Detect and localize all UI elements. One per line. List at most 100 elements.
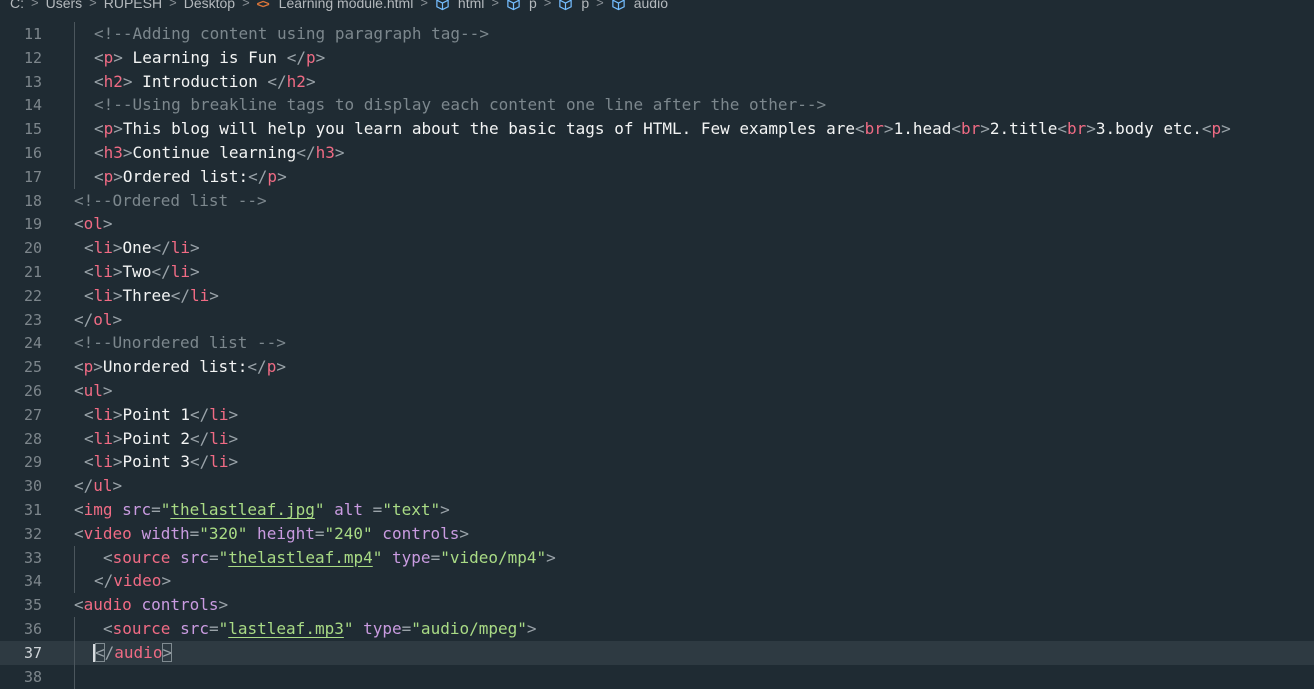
line-number: 22 bbox=[23, 286, 42, 305]
code-token: > bbox=[112, 428, 123, 448]
code-token: > bbox=[93, 357, 103, 377]
indent-guide bbox=[74, 545, 75, 570]
code-content: <li>Two</li> bbox=[84, 260, 200, 284]
code-line[interactable]: 24 <!--Unordered list --> bbox=[0, 331, 1314, 355]
code-token: > bbox=[305, 71, 316, 91]
code-token: "320" bbox=[199, 523, 248, 543]
code-token: > bbox=[546, 547, 556, 567]
line-number: 32 bbox=[23, 524, 42, 543]
line-number: 20 bbox=[23, 239, 42, 258]
code-token: = bbox=[208, 619, 219, 638]
line-number: 24 bbox=[23, 334, 42, 353]
code-content: <p>Ordered list:</p> bbox=[94, 165, 287, 189]
line-number: 33 bbox=[23, 548, 42, 567]
code-token: / bbox=[104, 642, 115, 662]
line-number: 29 bbox=[23, 453, 42, 472]
code-line[interactable]: 37 </audio> bbox=[0, 640, 1314, 665]
indent-guide bbox=[74, 22, 75, 46]
code-line[interactable]: 15 <p>This blog will help you learn about… bbox=[0, 117, 1314, 142]
code-content: <!--Ordered list --> bbox=[74, 189, 267, 213]
code-token: > bbox=[315, 47, 326, 67]
line-number: 30 bbox=[23, 477, 42, 496]
code-line[interactable]: 28 <li>Point 2</li> bbox=[0, 427, 1314, 451]
line-number: 12 bbox=[23, 48, 42, 67]
code-token: li bbox=[170, 238, 190, 258]
code-line[interactable]: 35 <audio controls> bbox=[0, 593, 1314, 617]
code-token: > bbox=[277, 166, 287, 186]
code-token: src bbox=[112, 500, 152, 519]
line-number: 37 bbox=[23, 643, 42, 662]
cube-icon bbox=[506, 0, 521, 11]
code-token: " bbox=[218, 547, 229, 567]
cube-icon bbox=[611, 0, 626, 11]
code-line[interactable]: 17 <p>Ordered list:</p> bbox=[0, 164, 1314, 189]
cube-icon bbox=[558, 0, 573, 11]
code-content: </video> bbox=[94, 569, 171, 593]
code-token: Point 1 bbox=[122, 404, 190, 424]
code-line[interactable]: 22 <li>Three</li> bbox=[0, 284, 1314, 308]
code-token: < bbox=[84, 238, 94, 258]
breadcrumb-item[interactable]: html bbox=[435, 0, 484, 11]
line-number: 16 bbox=[23, 144, 42, 162]
breadcrumb-label: Users bbox=[45, 0, 83, 11]
code-line[interactable]: 33 <source src="thelastleaf.mp4" type="vi… bbox=[0, 545, 1314, 570]
code-token: < bbox=[84, 452, 94, 472]
code-line[interactable]: 23 </ol> bbox=[0, 308, 1314, 332]
breadcrumb-item[interactable]: C: bbox=[10, 0, 24, 11]
breadcrumb-item[interactable]: p bbox=[558, 0, 589, 11]
code-line[interactable]: 19 <ol> bbox=[0, 212, 1314, 236]
code-token: Unordered list: bbox=[102, 357, 248, 377]
code-token: li bbox=[209, 428, 229, 448]
code-token: 3.body etc. bbox=[1095, 119, 1202, 139]
indent-guide bbox=[74, 69, 75, 94]
indent-guide bbox=[74, 164, 75, 189]
code-token: " bbox=[314, 500, 325, 519]
code-line[interactable]: 29 <li>Point 3</li> bbox=[0, 450, 1314, 474]
code-content: <ul> bbox=[74, 379, 113, 403]
code-token: thelastleaf.mp4 bbox=[228, 547, 373, 567]
code-line[interactable]: 14 <!--Using breakline tags to display ea… bbox=[0, 93, 1314, 118]
cube-icon bbox=[435, 0, 450, 11]
code-line[interactable]: 18 <!--Ordered list --> bbox=[0, 189, 1314, 213]
code-line[interactable]: 21 <li>Two</li> bbox=[0, 260, 1314, 284]
code-line[interactable]: 16 <h3>Continue learning</h3> bbox=[0, 141, 1314, 165]
code-line[interactable]: 31 <img src="thelastleaf.jpg" alt ="text"… bbox=[0, 498, 1314, 522]
code-token: < bbox=[94, 166, 104, 186]
code-token: > bbox=[440, 500, 450, 519]
code-line[interactable]: 26 <ul> bbox=[0, 379, 1314, 403]
code-content: <p>This blog will help you learn about t… bbox=[94, 117, 1231, 141]
code-token: < bbox=[94, 47, 104, 67]
code-line[interactable]: 36 <source src="lastleaf.mp3" type="audio… bbox=[0, 617, 1314, 641]
breadcrumb-label: p bbox=[528, 0, 537, 11]
code-token: ul bbox=[93, 476, 113, 496]
code-token: </ bbox=[94, 571, 114, 591]
code-token: > bbox=[209, 285, 219, 305]
code-content: <p> Learning is Fun </p> bbox=[94, 46, 325, 70]
code-token: This blog will help you learn about the … bbox=[122, 119, 856, 139]
code-line[interactable]: 30 </ul> bbox=[0, 474, 1314, 498]
breadcrumb-item[interactable]: Users bbox=[46, 0, 83, 11]
code-line[interactable]: 27 <li>Point 1</li> bbox=[0, 403, 1314, 427]
code-token: " bbox=[372, 547, 383, 567]
code-line[interactable]: 32 <video width="320" height="240" contro… bbox=[0, 522, 1314, 546]
code-line[interactable]: 20 <li>One</li> bbox=[0, 236, 1314, 260]
line-number: 11 bbox=[23, 25, 42, 43]
breadcrumb-separator-icon: > bbox=[543, 0, 552, 11]
code-line[interactable]: 25 <p>Unordered list:</p> bbox=[0, 355, 1314, 379]
breadcrumb-item[interactable]: RUPESH bbox=[104, 0, 162, 11]
code-line[interactable]: 38 bbox=[0, 664, 1314, 689]
code-line[interactable]: 11 <!--Adding content using paragraph tag… bbox=[0, 22, 1314, 46]
code-token: = bbox=[314, 523, 325, 543]
code-editor[interactable]: 11 <!--Adding content using paragraph tag… bbox=[0, 22, 1314, 689]
code-token: > bbox=[228, 452, 239, 472]
code-line[interactable]: 13 <h2> Introduction </h2> bbox=[0, 69, 1314, 94]
code-line[interactable]: 34 </video> bbox=[0, 569, 1314, 594]
code-token: > bbox=[122, 71, 133, 91]
breadcrumb-item[interactable]: <> Learning module.html bbox=[257, 0, 414, 11]
line-number: 26 bbox=[23, 382, 42, 400]
breadcrumb-item[interactable]: p bbox=[506, 0, 537, 11]
breadcrumb-item[interactable]: audio bbox=[611, 0, 668, 11]
code-token: controls bbox=[131, 595, 219, 615]
breadcrumb-item[interactable]: Desktop bbox=[184, 0, 235, 11]
code-line[interactable]: 12 <p> Learning is Fun </p> bbox=[0, 45, 1314, 70]
